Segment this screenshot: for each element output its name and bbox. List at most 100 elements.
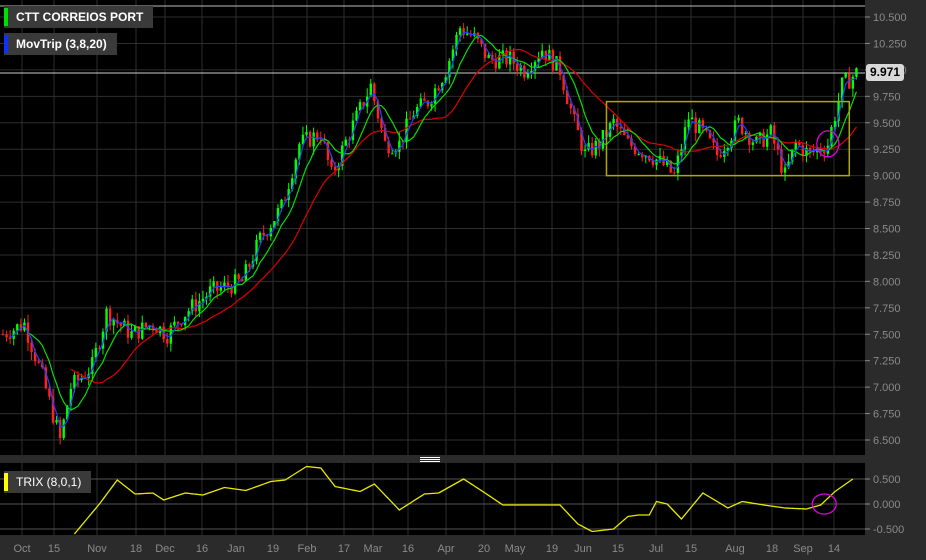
x-tick-label: Jul [649,543,663,555]
candle-body [305,131,308,135]
candle-body [808,147,812,151]
panel-resize-handle[interactable] [420,456,440,463]
trix-legend-label: TRIX (8,0,1) [16,475,82,489]
candle-body [466,33,469,35]
y-tick-label: 8.250 [873,250,901,262]
last-price-label: 9.971 [866,64,904,81]
candle-body [141,322,144,339]
ma-fast-line [9,31,857,428]
candle-body [855,68,858,77]
candle-body [126,320,130,338]
x-tick-label: Feb [298,543,317,555]
candle-body [612,118,615,124]
candle-body [391,153,394,155]
candle-body [844,73,847,78]
candle-body [423,98,426,101]
candle-body [144,322,148,328]
candle-body [8,337,12,339]
candle-body [248,264,251,267]
y-tick-label: 7.000 [873,382,901,394]
price-chart[interactable]: Oct 15 Nov 18 Dec 16 Jan 19 Feb 17 Mar 16 Apr 20 May 19… [0,0,926,560]
candle-body [555,56,558,71]
candle-body [55,419,58,423]
candle-body [308,131,312,147]
trix-y-tick-label: 0.000 [873,499,901,511]
candle-body [244,264,248,281]
x-tick-label: Sep [793,543,813,555]
candle-body [698,120,701,134]
trix-color-swatch [4,473,8,491]
candle-body [212,281,215,287]
candle-body [516,63,519,71]
candle-body [437,88,440,91]
candle-body [344,139,347,146]
consolidation-box [605,100,851,177]
y-tick-label: 7.250 [873,356,901,368]
y-tick-label: 7.500 [873,329,901,341]
x-tick-label: Mar [364,543,383,555]
candle-body [594,140,597,156]
candle-body [166,339,169,344]
candle-body [16,324,19,331]
indicator-legend[interactable]: MovTrip (3,8,20) [4,33,117,55]
candle-body [373,83,376,101]
symbol-legend[interactable]: CTT CORREIOS PORT [4,6,154,28]
candle-body [312,132,315,147]
x-tick-label: 15 [612,543,624,555]
candle-body [690,117,694,120]
candle-body [258,232,262,240]
y-tick-label: 9.000 [873,171,901,183]
trix-y-tick-label: -0.500 [873,524,904,536]
candle-body [408,118,412,120]
candle-body [783,167,787,173]
candle-body [173,321,176,326]
candle-body [330,159,333,167]
symbol-legend-label: CTT CORREIOS PORT [16,10,144,24]
candle-body [794,142,797,150]
candle-body [94,348,98,358]
indicator-color-swatch [4,35,8,53]
candle-body [637,154,640,156]
candle-body [262,232,265,236]
x-tick-label: 19 [267,543,279,555]
y-tick-label: 8.500 [873,224,901,236]
candle-body [744,133,747,135]
x-tick-label: Apr [437,543,454,555]
x-tick-label: Jun [574,543,592,555]
x-tick-label: 15 [48,543,60,555]
candle-body [769,125,772,135]
candle-body [180,324,183,326]
candle-body [62,419,65,439]
candle-body [823,152,826,154]
x-tick-label: Aug [725,543,745,555]
y-tick-label: 7.750 [873,303,901,315]
candle-body [37,361,40,363]
candle-body [219,287,223,291]
panel-separator [0,455,926,463]
y-tick-label: 9.750 [873,91,901,103]
x-tick-label: 14 [828,543,840,555]
candle-body [76,374,80,381]
candle-body [737,117,740,121]
candle-body [487,55,490,59]
y-tick-label: 6.500 [873,435,901,447]
x-tick-label: Dec [155,543,175,555]
candle-body [1,334,5,336]
candle-body [719,155,722,157]
candle-body [237,274,240,280]
trix-legend[interactable]: TRIX (8,0,1) [4,471,92,493]
y-tick-label: 6.750 [873,409,901,421]
candle-body [694,117,697,134]
candle-body [112,320,115,326]
candle-body [583,149,587,151]
candle-body [765,134,769,147]
y-tick-label: 8.000 [873,276,901,288]
x-tick-label: 20 [478,543,490,555]
candle-body [751,142,755,145]
candle-body [198,301,201,312]
candle-body [405,118,408,143]
x-tick-label: Nov [87,543,107,555]
ma-slow-line [70,48,857,384]
candle-body [201,298,205,302]
candle-body [673,172,676,174]
